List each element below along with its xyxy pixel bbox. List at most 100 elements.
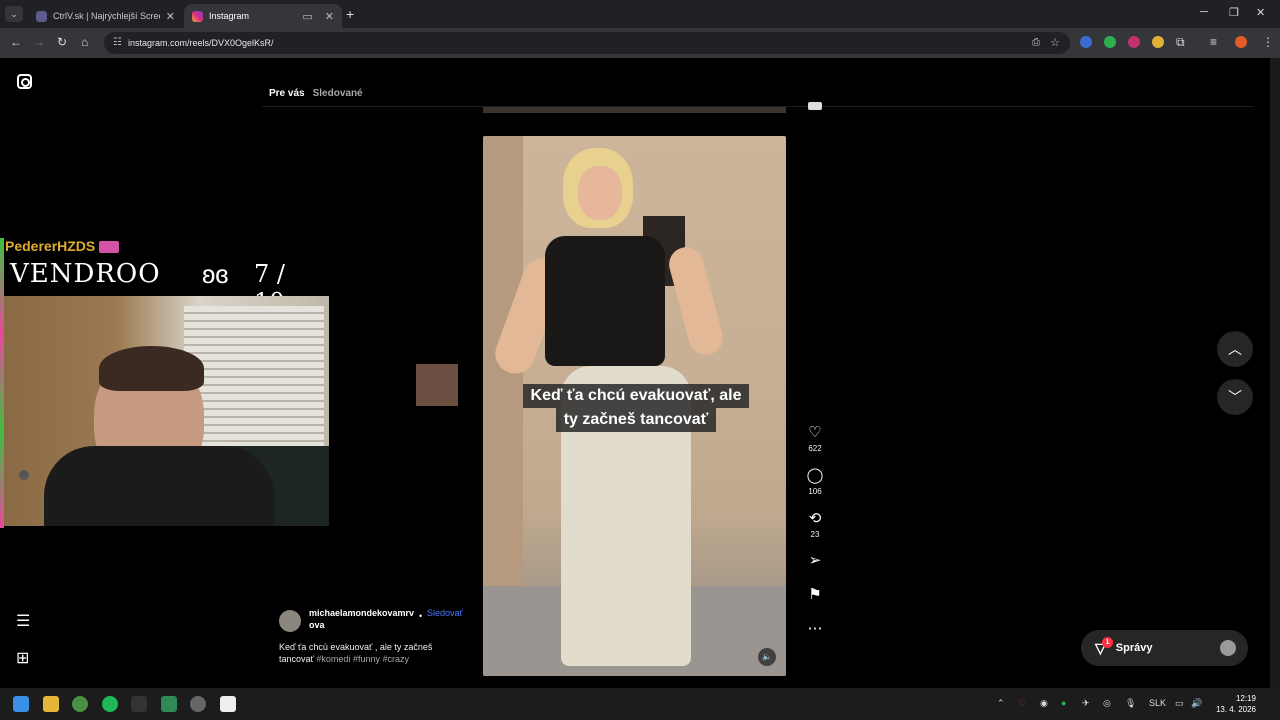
repost-count: 23 — [810, 530, 820, 539]
caption-line-1: Keď ťa chcú evakuovať, ale — [522, 384, 750, 408]
picture-in-picture-face — [416, 364, 458, 406]
extension-icon[interactable] — [1128, 36, 1140, 48]
hamburger-menu-icon[interactable]: ☰ — [16, 611, 30, 631]
video-dancer — [665, 243, 727, 359]
comment-icon: ◯ — [806, 467, 824, 484]
tab-instagram[interactable]: Instagram ▭ ✕ — [184, 4, 342, 28]
reading-list-icon[interactable]: ≡ — [1210, 35, 1217, 49]
webcam-window-blind — [184, 306, 324, 456]
back-icon[interactable]: ← — [10, 35, 22, 49]
bookmark-star-icon[interactable]: ☆ — [1050, 36, 1060, 49]
stream-title-overlay: VENDROO ʚɞ 7 / 10 — [6, 253, 313, 316]
install-app-icon[interactable]: ⎙ — [1032, 37, 1040, 48]
forward-icon[interactable]: → — [33, 35, 45, 49]
viewer-badge-icon — [99, 241, 120, 254]
extension-icon[interactable] — [1152, 36, 1164, 48]
author-avatar[interactable] — [279, 610, 301, 632]
tray-app-icon[interactable]: ♡ — [1018, 698, 1026, 709]
ctrlv-favicon-icon — [36, 10, 47, 22]
obs-icon[interactable] — [190, 696, 206, 712]
extensions-puzzle-icon[interactable]: ⧉ — [1176, 35, 1185, 50]
bookmark-icon: ⚑ — [808, 586, 822, 603]
volume-icon[interactable]: 🔊 — [1191, 698, 1202, 709]
extension-icon[interactable] — [1080, 36, 1092, 48]
mute-icon[interactable]: 🔈 — [758, 648, 776, 666]
viewer-name-row: PedererHZDS — [5, 238, 120, 254]
reload-icon[interactable]: ↻ — [57, 35, 67, 49]
previous-reel-button[interactable]: ︿ — [1217, 331, 1253, 367]
minimize-button[interactable]: ─ — [1200, 6, 1208, 18]
discord-icon[interactable]: ◉ — [1040, 698, 1048, 709]
shield-extension-icon[interactable] — [1104, 36, 1116, 48]
hashtags[interactable]: #komedi #funny #crazy — [316, 654, 409, 664]
spotify-tray-icon[interactable]: ● — [1061, 698, 1066, 708]
terminal-icon[interactable] — [131, 696, 147, 712]
site-info-icon[interactable]: ☷ — [113, 37, 122, 48]
like-button[interactable]: ♡ 622 — [800, 424, 830, 453]
reel-video[interactable]: Keď ťa chcú evakuovať, ale ty začneš tan… — [483, 136, 786, 676]
send-icon: ➢ — [808, 552, 822, 569]
navigation-bar: ← → ↻ ⌂ ☷ instagram.com/reels/DVX0OgelKs… — [0, 28, 1280, 58]
close-tab-icon[interactable]: ✕ — [325, 10, 334, 23]
webcam-person — [99, 346, 204, 391]
address-bar[interactable]: ☷ instagram.com/reels/DVX0OgelKsR/ ⎙ ☆ — [104, 32, 1070, 54]
messages-avatar — [1220, 640, 1236, 656]
video-dancer — [578, 166, 622, 220]
author-username[interactable]: michaelamondekovamrvova — [309, 607, 417, 631]
menu-kebab-icon[interactable]: ⋮ — [1262, 35, 1274, 49]
chrome-icon[interactable] — [72, 696, 88, 712]
tab-media-icon[interactable]: ▭ — [302, 10, 312, 23]
profile-avatar[interactable] — [1235, 36, 1247, 48]
start-windows-icon[interactable] — [13, 696, 29, 712]
new-tab-button[interactable]: + — [346, 6, 354, 22]
tray-app-icon[interactable]: ◎ — [1103, 698, 1111, 709]
page-scrollbar[interactable] — [1270, 58, 1280, 688]
more-dots-icon: ⋯ — [807, 620, 823, 637]
like-count: 622 — [808, 444, 822, 453]
language-indicator[interactable]: SLK — [1149, 698, 1166, 708]
spotify-icon[interactable] — [102, 696, 118, 712]
streamer-name: VENDROO — [10, 259, 161, 289]
tab-following[interactable]: Sledované — [313, 88, 363, 99]
video-dancer — [545, 236, 665, 366]
messages-badge: 1 — [1102, 637, 1113, 648]
network-icon[interactable]: ▭ — [1175, 698, 1184, 709]
comment-button[interactable]: ◯ 106 — [800, 467, 830, 496]
repost-button[interactable]: ⟲ 23 — [800, 510, 830, 539]
follow-button[interactable]: Sledovať — [427, 607, 463, 619]
close-window-button[interactable]: ✕ — [1256, 6, 1265, 19]
clock-date: 13. 4. 2026 — [1215, 705, 1256, 714]
more-options-button[interactable]: ⋯ — [800, 620, 830, 638]
notepad-icon[interactable] — [220, 696, 236, 712]
next-reel-button[interactable]: ﹀ — [1217, 379, 1253, 415]
tab-search-icon[interactable]: ⌄ — [5, 6, 23, 22]
instagram-logo-icon[interactable] — [17, 74, 32, 89]
reel-description: Keď ťa chcú evakuovať , ale ty začneš ta… — [279, 641, 459, 665]
messages-button[interactable]: ▽ 1 Správy — [1081, 630, 1248, 666]
butterfly-icon: ʚɞ — [202, 259, 229, 289]
video-caption: Keď ťa chcú evakuovať, ale ty začneš tan… — [511, 384, 761, 432]
tab-for-you[interactable]: Pre vás — [269, 88, 305, 99]
file-explorer-icon[interactable] — [43, 696, 59, 712]
tab-ctrlv[interactable]: CtrlV.sk | Najrýchlejší ScreenSho ✕ — [28, 4, 183, 28]
save-button[interactable]: ⚑ — [800, 586, 830, 604]
windows-taskbar: ⌃ ♡ ◉ ● ✈ ◎ 🎙 SLK ▭ 🔊 12:19 13. 4. 2026 — [0, 688, 1280, 720]
share-button[interactable]: ➢ — [800, 552, 830, 570]
browser-chrome: ⌄ CtrlV.sk | Najrýchlejší ScreenSho ✕ In… — [0, 0, 1280, 58]
close-tab-icon[interactable]: ✕ — [166, 10, 175, 23]
also-from-meta-icon[interactable]: ⊞ — [16, 648, 29, 668]
app-icon[interactable] — [161, 696, 177, 712]
clock-time: 12:19 — [1235, 694, 1256, 703]
microphone-icon[interactable]: 🎙 — [1125, 698, 1136, 709]
webcam-feed — [4, 296, 329, 526]
steam-icon[interactable]: ✈ — [1082, 698, 1090, 709]
home-icon[interactable]: ⌂ — [81, 35, 88, 49]
tab-title: Instagram — [209, 11, 250, 21]
instagram-favicon-icon — [192, 10, 203, 22]
system-clock[interactable]: 12:19 13. 4. 2026 — [1210, 693, 1256, 715]
caption-line-2: ty začneš tancovať — [555, 408, 717, 432]
restore-button[interactable]: ❐ — [1229, 6, 1239, 19]
tab-bar: ⌄ CtrlV.sk | Najrýchlejší ScreenSho ✕ In… — [0, 0, 1280, 28]
show-hidden-icons-icon[interactable]: ⌃ — [997, 698, 1005, 709]
viewer-name: PedererHZDS — [5, 238, 96, 254]
